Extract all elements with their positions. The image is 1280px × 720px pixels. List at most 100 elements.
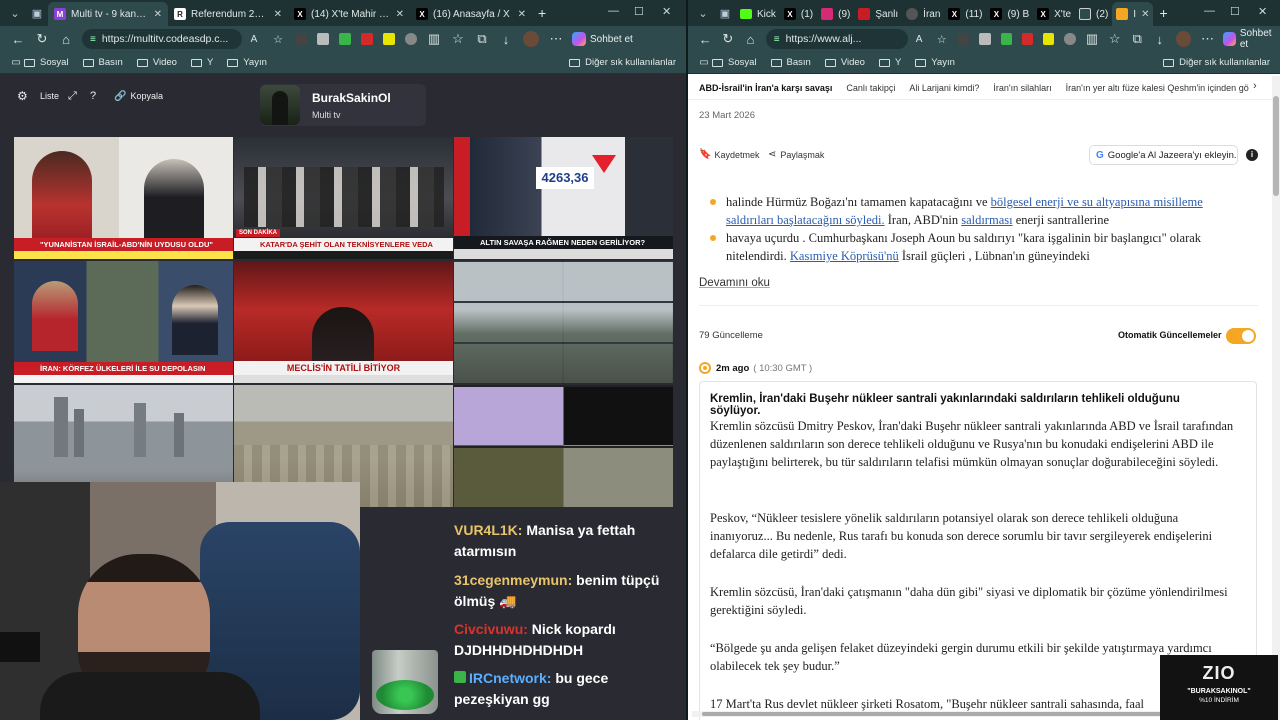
extension-icon[interactable] <box>295 33 307 45</box>
tab-x-11[interactable]: X (11) <box>944 2 986 26</box>
extension-icon[interactable] <box>958 33 970 45</box>
split-screen-icon[interactable]: ▥ <box>1081 31 1104 47</box>
tab-referendum[interactable]: R Referendum 2026, oggi ✕ <box>168 2 288 26</box>
workspaces-icon[interactable]: ▣ <box>26 2 48 24</box>
bookmark-sosyal[interactable]: Sosyal <box>712 57 757 68</box>
downloads-icon[interactable]: ↓ <box>494 32 518 47</box>
back-icon[interactable]: ← <box>6 32 30 47</box>
minimize-icon[interactable]: — <box>1204 5 1215 17</box>
extension-icon[interactable] <box>1021 33 1034 45</box>
reload-icon[interactable]: ↻ <box>717 31 740 47</box>
favorites-icon[interactable]: ☆ <box>1103 31 1126 47</box>
extension-icon[interactable] <box>979 33 991 45</box>
bookmark-sosyal[interactable]: Sosyal <box>24 57 69 68</box>
auto-update-toggle[interactable] <box>1226 328 1256 344</box>
video-cell-2[interactable]: SON DAKİKA KATAR'DA ŞEHİT OLAN TEKNİSYEN… <box>234 137 453 259</box>
scroll-thumb[interactable] <box>702 712 1162 716</box>
tab-x-te[interactable]: X X'te <box>1033 2 1075 26</box>
close-window-icon[interactable]: ✕ <box>1258 5 1267 18</box>
site-info-icon[interactable]: ≡ <box>774 34 780 45</box>
back-icon[interactable]: ← <box>694 32 717 47</box>
other-favorites[interactable]: Diğer sık kullanılanlar <box>1163 57 1270 68</box>
tab-2[interactable]: (2) <box>1075 2 1112 26</box>
video-cell-3[interactable]: 4263,36 ALTIN SAVAŞA RAĞMEN NEDEN GERİLİ… <box>454 137 673 259</box>
new-tab-icon[interactable]: + <box>1159 5 1167 21</box>
tab-list-icon[interactable]: ⌄ <box>4 2 26 24</box>
bookmark-y[interactable]: Y <box>878 57 901 68</box>
info-icon[interactable]: i <box>1246 149 1258 161</box>
menu-icon[interactable]: ⋯ <box>544 31 568 47</box>
tab-x-home[interactable]: X (16) Anasayfa / X ✕ <box>410 2 532 26</box>
chevron-right-icon[interactable]: › <box>1253 80 1257 92</box>
share-button[interactable]: ⋖ Paylaşmak <box>768 149 824 160</box>
tab-kick[interactable]: Kick <box>736 2 780 26</box>
bookmark-video[interactable]: Video <box>136 57 177 68</box>
profile-avatar[interactable] <box>1176 31 1192 47</box>
video-cell-6[interactable] <box>454 261 673 383</box>
help-button[interactable]: ? <box>90 88 96 104</box>
read-more-link[interactable]: Devamını oku <box>699 277 770 289</box>
video-cell-4[interactable]: İRAN: KÖRFEZ ÜLKELERİ İLE SU DEPOLASIN <box>14 261 233 383</box>
collections-icon[interactable]: ⧉ <box>470 31 494 47</box>
scroll-thumb[interactable] <box>1273 96 1279 196</box>
vertical-scrollbar[interactable] <box>1272 76 1280 720</box>
extension-icon[interactable] <box>317 33 329 45</box>
topic-link[interactable]: İran'ın yer altı füze kalesi Qeshm'in iç… <box>1066 83 1249 93</box>
bookmark-yayin[interactable]: Yayın <box>227 57 267 68</box>
bookmark-video[interactable]: Video <box>824 57 865 68</box>
tab-aljazeera[interactable]: I ✕ <box>1112 2 1154 26</box>
site-info-icon[interactable]: ≡ <box>90 34 96 45</box>
tab-instagram[interactable]: (9) <box>817 2 854 26</box>
read-aloud-icon[interactable]: A <box>242 34 266 45</box>
fullscreen-button[interactable]: ⤢ <box>68 88 77 104</box>
close-tab-icon[interactable]: ✕ <box>1141 9 1149 20</box>
video-cell-1[interactable]: "YUNANİSTAN İSRAİL-ABD'NİN UYDUSU OLDU" <box>14 137 233 259</box>
topic-link[interactable]: İran'ın silahları <box>993 83 1051 93</box>
close-window-icon[interactable]: ✕ <box>662 5 671 18</box>
reload-icon[interactable]: ↻ <box>30 31 54 47</box>
tab-sanli[interactable]: Şanlı <box>854 2 902 26</box>
inline-link[interactable]: saldırması <box>961 213 1012 227</box>
new-tab-icon[interactable]: + <box>538 5 546 21</box>
bookmark-basin[interactable]: Basın <box>82 57 123 68</box>
minimize-icon[interactable]: — <box>608 5 619 17</box>
add-google-source-button[interactable]: G Google'a Al Jazeera'yı ekleyin. <box>1089 145 1238 165</box>
tab-x-1[interactable]: X (1) <box>780 2 817 26</box>
sidebar-toggle-icon[interactable]: ▭ <box>696 57 712 68</box>
topic-link[interactable]: ABD-İsrail'in İran'a karşı savaşı <box>699 83 832 93</box>
bookmark-basin[interactable]: Basın <box>770 57 811 68</box>
profile-avatar[interactable] <box>523 31 539 47</box>
workspaces-icon[interactable]: ▣ <box>714 2 736 24</box>
sidebar-toggle-icon[interactable]: ▭ <box>8 57 24 68</box>
menu-icon[interactable]: ⋯ <box>1196 31 1219 47</box>
copilot-button[interactable]: Sohbet et <box>1222 28 1280 50</box>
close-tab-icon[interactable]: ✕ <box>396 9 404 20</box>
extension-icon[interactable] <box>1043 33 1055 45</box>
extension-icon[interactable] <box>383 33 395 45</box>
address-bar[interactable]: ≡ https://multitv.codeasdp.c... <box>82 29 242 49</box>
settings-button[interactable]: ⚙ <box>17 88 28 104</box>
tab-list-icon[interactable]: ⌄ <box>692 2 714 24</box>
address-bar[interactable]: ≡ https://www.alj... <box>765 29 908 49</box>
close-tab-icon[interactable]: ✕ <box>154 9 162 20</box>
home-icon[interactable]: ⌂ <box>739 32 762 47</box>
inline-link[interactable]: Kasımiye Köprüsü'nü <box>790 249 899 263</box>
video-cell-5[interactable]: MECLİS'İN TATİLİ BİTİYOR <box>234 261 453 383</box>
copy-button[interactable]: 🔗 Kopyala <box>114 88 163 104</box>
channel-card[interactable]: BurakSakinOl Multi tv <box>260 84 426 126</box>
collections-icon[interactable]: ⧉ <box>1126 31 1149 47</box>
split-screen-icon[interactable]: ▥ <box>422 31 446 47</box>
extension-icon[interactable] <box>339 33 351 45</box>
downloads-icon[interactable]: ↓ <box>1149 32 1172 47</box>
save-button[interactable]: 🔖 Kaydetmek <box>699 149 759 160</box>
close-tab-icon[interactable]: ✕ <box>518 9 526 20</box>
copilot-button[interactable]: Sohbet et <box>572 32 633 46</box>
favorite-star-icon[interactable]: ☆ <box>266 33 290 46</box>
maximize-icon[interactable]: ☐ <box>634 5 644 18</box>
other-favorites[interactable]: Diğer sık kullanılanlar <box>569 57 676 68</box>
extension-icon[interactable] <box>361 33 373 45</box>
tab-x-9[interactable]: X (9) B <box>986 2 1033 26</box>
tab-multitv[interactable]: M Multi tv - 9 kanal izleni ✕ <box>48 2 168 26</box>
topic-link[interactable]: Ali Larijani kimdi? <box>909 83 979 93</box>
video-cell-9[interactable] <box>454 385 673 507</box>
